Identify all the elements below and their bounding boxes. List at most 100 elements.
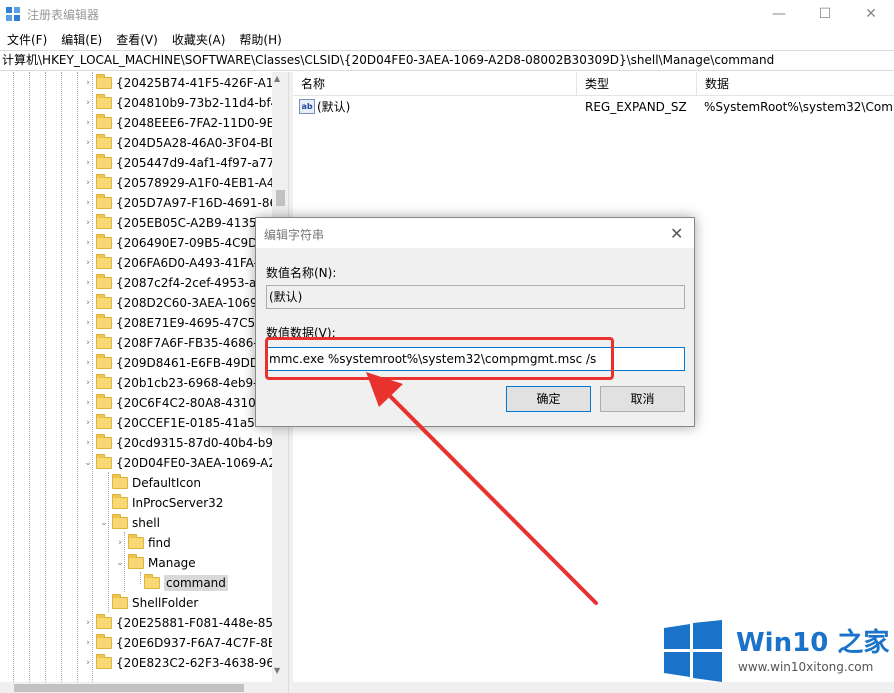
tree-node-label: {206FA6D0-A493-41FA- <box>116 256 258 270</box>
chevron-right-icon[interactable]: › <box>82 213 94 233</box>
tree-horizontal-thumb[interactable] <box>14 684 244 692</box>
chevron-down-icon[interactable]: ⌄ <box>114 553 126 573</box>
folder-icon <box>96 394 112 409</box>
menu-view[interactable]: 查看(V) <box>109 31 165 48</box>
tree-node[interactable]: › {206490E7-09B5-4C9D- <box>82 233 262 253</box>
tree-node-label: {20E823C2-62F3-4638-96E <box>116 656 282 670</box>
scroll-up-icon[interactable]: ▲ <box>274 74 280 83</box>
folder-icon <box>96 254 112 269</box>
chevron-right-icon[interactable]: › <box>82 173 94 193</box>
menu-help[interactable]: 帮助(H) <box>232 31 288 48</box>
tree-scroll-thumb[interactable] <box>276 190 285 206</box>
tree-node[interactable]: › {20E6D937-F6A7-4C7F-8E6 <box>82 633 283 653</box>
ok-button[interactable]: 确定 <box>506 386 591 412</box>
tree-node[interactable]: ShellFolder <box>98 593 198 613</box>
tree-node[interactable]: › {2087c2f4-2cef-4953-a8 <box>82 273 264 293</box>
list-item[interactable]: ab (默认) REG_EXPAND_SZ %SystemRoot%\syste… <box>293 97 894 117</box>
minimize-button[interactable]: — <box>756 0 802 28</box>
column-data[interactable]: 数据 <box>697 72 894 96</box>
tree-node[interactable]: › {204810b9-73b2-11d4-bf4 <box>82 93 278 113</box>
tree-node[interactable]: › {20b1cb23-6968-4eb9-b <box>82 373 265 393</box>
chevron-right-icon[interactable]: › <box>82 413 94 433</box>
maximize-button[interactable]: ☐ <box>802 0 848 28</box>
dialog-title-bar: 编辑字符串 ✕ <box>256 218 694 248</box>
chevron-right-icon[interactable]: › <box>82 153 94 173</box>
menu-file[interactable]: 文件(F) <box>0 31 54 48</box>
chevron-right-icon[interactable]: › <box>82 293 94 313</box>
folder-icon <box>96 274 112 289</box>
chevron-right-icon[interactable]: › <box>82 313 94 333</box>
tree-node-label: {205D7A97-F16D-4691-86l <box>116 196 281 210</box>
tree-node[interactable]: › {20425B74-41F5-426F-A14 <box>82 73 281 93</box>
chevron-right-icon[interactable]: › <box>82 133 94 153</box>
tree-node[interactable]: › {205447d9-4af1-4f97-a773 <box>82 153 282 173</box>
tree-node[interactable]: › {209D8461-E6FB-49DD- <box>82 353 263 373</box>
chevron-right-icon[interactable]: › <box>82 333 94 353</box>
tree-node[interactable]: › {204D5A28-46A0-3F04-BD <box>82 133 278 153</box>
tree-node-label: {20E25881-F081-448e-85C <box>116 616 282 630</box>
tree-node[interactable]: ⌄ shell <box>98 513 160 533</box>
tree-node[interactable]: InProcServer32 <box>98 493 223 513</box>
tree-node[interactable]: › {20E823C2-62F3-4638-96E <box>82 653 282 673</box>
chevron-right-icon[interactable]: › <box>82 373 94 393</box>
chevron-right-icon[interactable]: › <box>114 533 126 553</box>
tree-node[interactable]: DefaultIcon <box>98 473 201 493</box>
folder-icon <box>112 494 128 509</box>
tree-node[interactable]: › {20CCEF1E-0185-41a5-A <box>82 413 267 433</box>
tree-node[interactable]: › {2048EEE6-7FA2-11D0-9E6 <box>82 113 282 133</box>
column-name[interactable]: 名称 <box>293 72 577 96</box>
chevron-right-icon[interactable]: › <box>82 253 94 273</box>
title-bar: 注册表编辑器 — ☐ ✕ <box>0 0 894 28</box>
tree-node[interactable]: › find <box>114 533 171 553</box>
chevron-right-icon[interactable]: › <box>82 273 94 293</box>
tree-node[interactable]: › {206FA6D0-A493-41FA- <box>82 253 258 273</box>
chevron-right-icon[interactable]: › <box>82 233 94 253</box>
chevron-down-icon[interactable]: ⌄ <box>98 513 110 533</box>
chevron-right-icon[interactable]: › <box>82 353 94 373</box>
maximize-icon: ☐ <box>818 6 832 22</box>
tree-node[interactable]: ⌄ Manage <box>114 553 196 573</box>
tree-node-label: {209D8461-E6FB-49DD- <box>116 356 264 370</box>
chevron-right-icon[interactable]: › <box>82 73 94 93</box>
chevron-right-icon[interactable]: › <box>82 393 94 413</box>
tree-node-label: {204D5A28-46A0-3F04-BD <box>116 136 278 150</box>
tree-node[interactable]: › {20E25881-F081-448e-85C <box>82 613 281 633</box>
tree-node-label: {2048EEE6-7FA2-11D0-9E6 <box>116 116 282 130</box>
tree-node[interactable]: ⌄ {20D04FE0-3AEA-1069-A2I <box>82 453 280 473</box>
column-type[interactable]: 类型 <box>577 72 697 96</box>
tree-node[interactable]: › {208E71E9-4695-47C5-9 <box>82 313 267 333</box>
tree-node[interactable]: › {205EB05C-A2B9-4135- <box>82 213 261 233</box>
folder-icon <box>96 654 112 669</box>
chevron-right-icon[interactable]: › <box>82 113 94 133</box>
tree-node[interactable]: › {205D7A97-F16D-4691-86l <box>82 193 280 213</box>
tree-node[interactable]: › {20578929-A1F0-4EB1-A4E <box>82 173 282 193</box>
folder-icon <box>96 314 112 329</box>
chevron-right-icon[interactable]: › <box>82 433 94 453</box>
chevron-right-icon[interactable]: › <box>82 653 94 673</box>
address-bar[interactable]: 计算机\HKEY_LOCAL_MACHINE\SOFTWARE\Classes\… <box>0 50 894 71</box>
tree-node-label: {206490E7-09B5-4C9D- <box>116 236 262 250</box>
tree-node[interactable]: › {208D2C60-3AEA-1069- <box>82 293 262 313</box>
watermark: Win10 之家 www.win10xitong.com <box>662 620 894 690</box>
chevron-right-icon[interactable]: › <box>82 93 94 113</box>
cancel-button[interactable]: 取消 <box>600 386 685 412</box>
chevron-right-icon[interactable]: › <box>82 633 94 653</box>
menu-favorites[interactable]: 收藏夹(A) <box>165 31 233 48</box>
folder-icon <box>128 534 144 549</box>
tree-node[interactable]: command <box>130 573 228 593</box>
dialog-close-icon[interactable]: ✕ <box>670 224 683 243</box>
registry-tree[interactable]: › {20425B74-41F5-426F-A14 › {204810b9-73b2-… <box>0 72 288 682</box>
menu-edit[interactable]: 编辑(E) <box>54 31 109 48</box>
scroll-down-icon[interactable]: ▼ <box>274 666 280 675</box>
chevron-down-icon[interactable]: ⌄ <box>82 453 94 473</box>
chevron-right-icon[interactable]: › <box>82 613 94 633</box>
folder-icon <box>96 374 112 389</box>
value-name-label: 数值名称(N): <box>266 266 337 280</box>
tree-node[interactable]: › {208F7A6F-FB35-4686-9 <box>82 333 265 353</box>
tree-node-label: {20b1cb23-6968-4eb9-b <box>116 376 266 390</box>
chevron-right-icon[interactable]: › <box>82 193 94 213</box>
tree-node[interactable]: › {20C6F4C2-80A8-4310-A <box>82 393 268 413</box>
close-window-button[interactable]: ✕ <box>848 0 894 28</box>
folder-icon <box>96 294 112 309</box>
tree-node[interactable]: › {20cd9315-87d0-40b4-b92 <box>82 433 281 453</box>
